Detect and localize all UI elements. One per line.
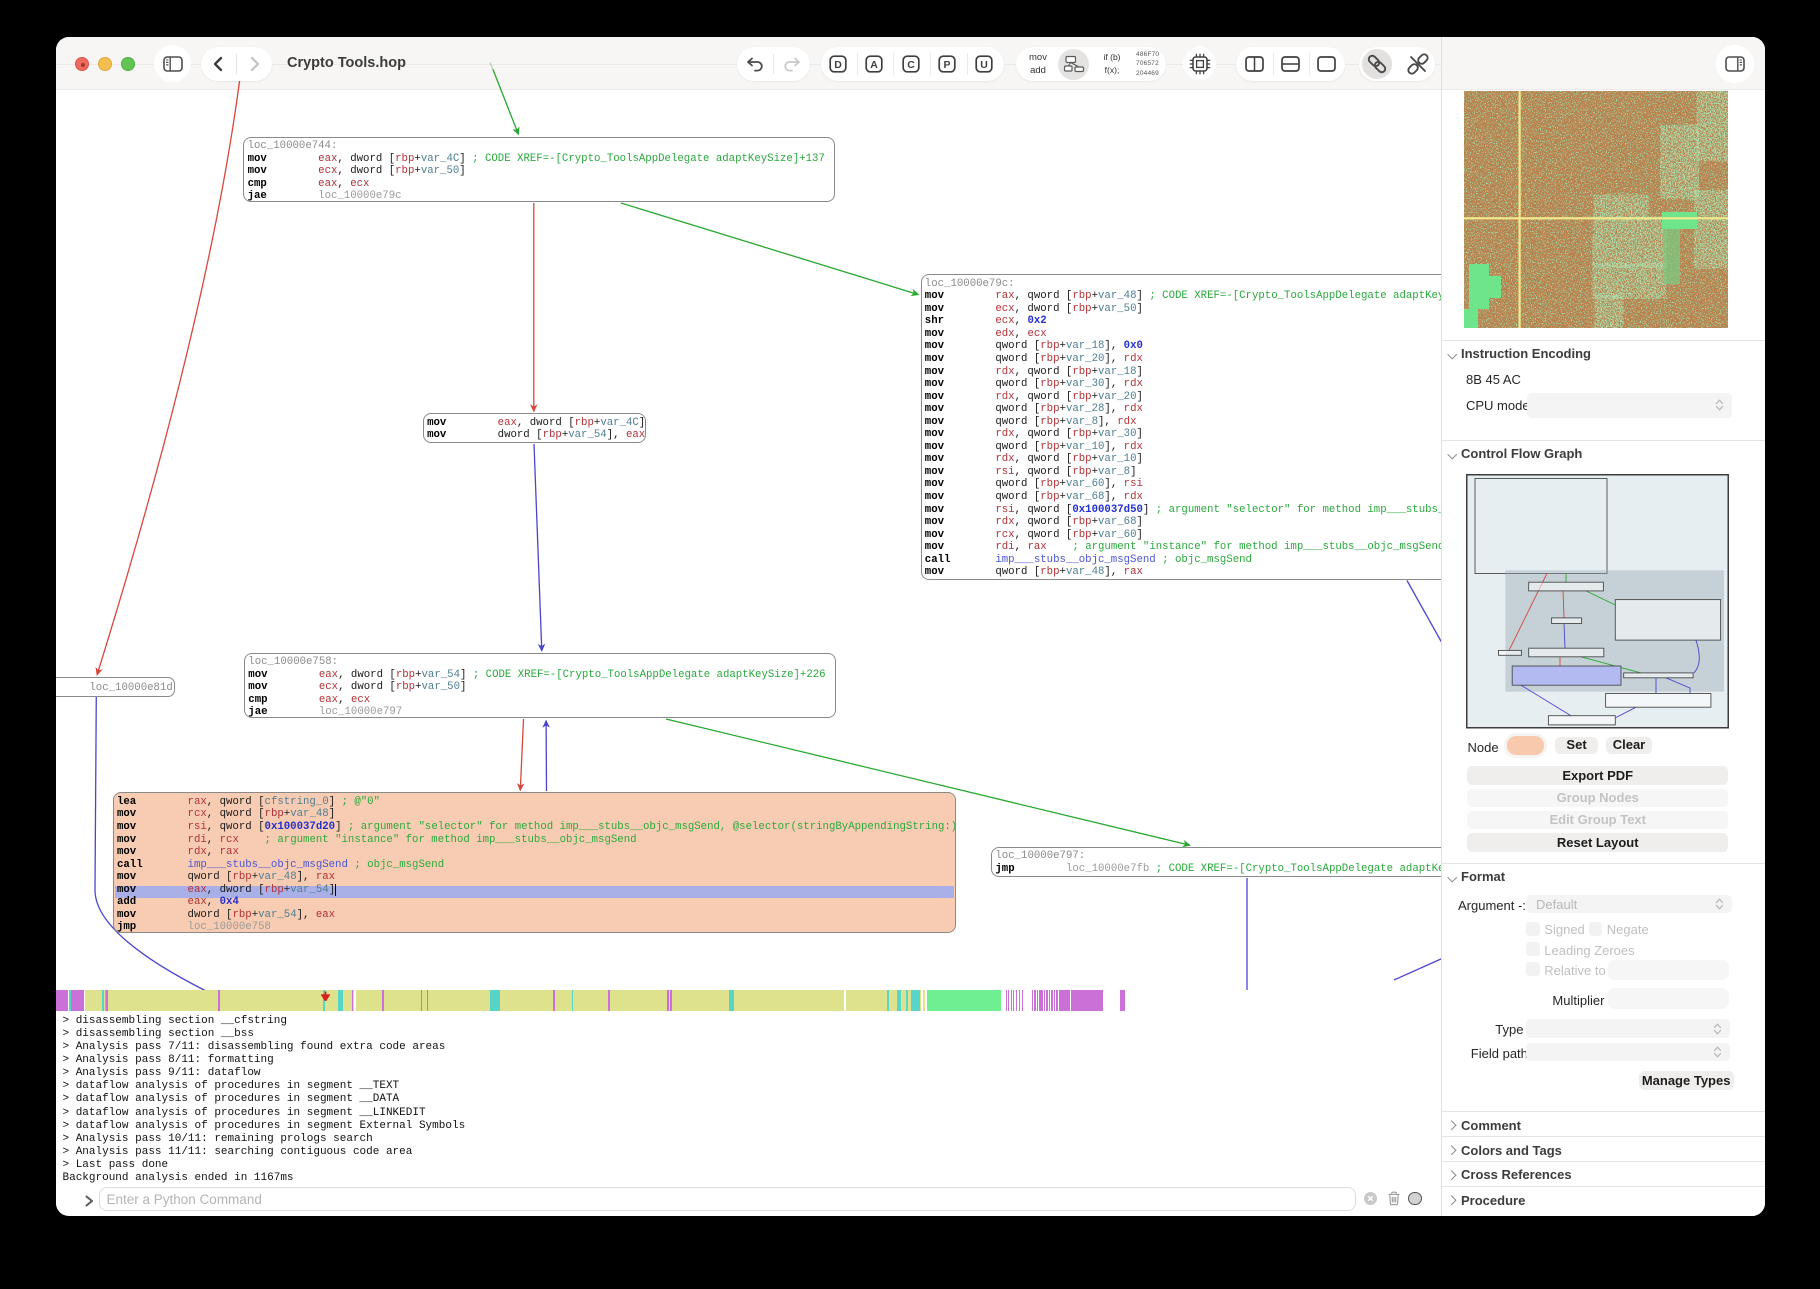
svg-text:A: A [870,59,878,71]
svg-text:P: P [944,59,951,71]
svg-text:D: D [834,59,842,71]
svg-text:C: C [907,59,915,71]
svg-text:U: U [980,59,988,71]
